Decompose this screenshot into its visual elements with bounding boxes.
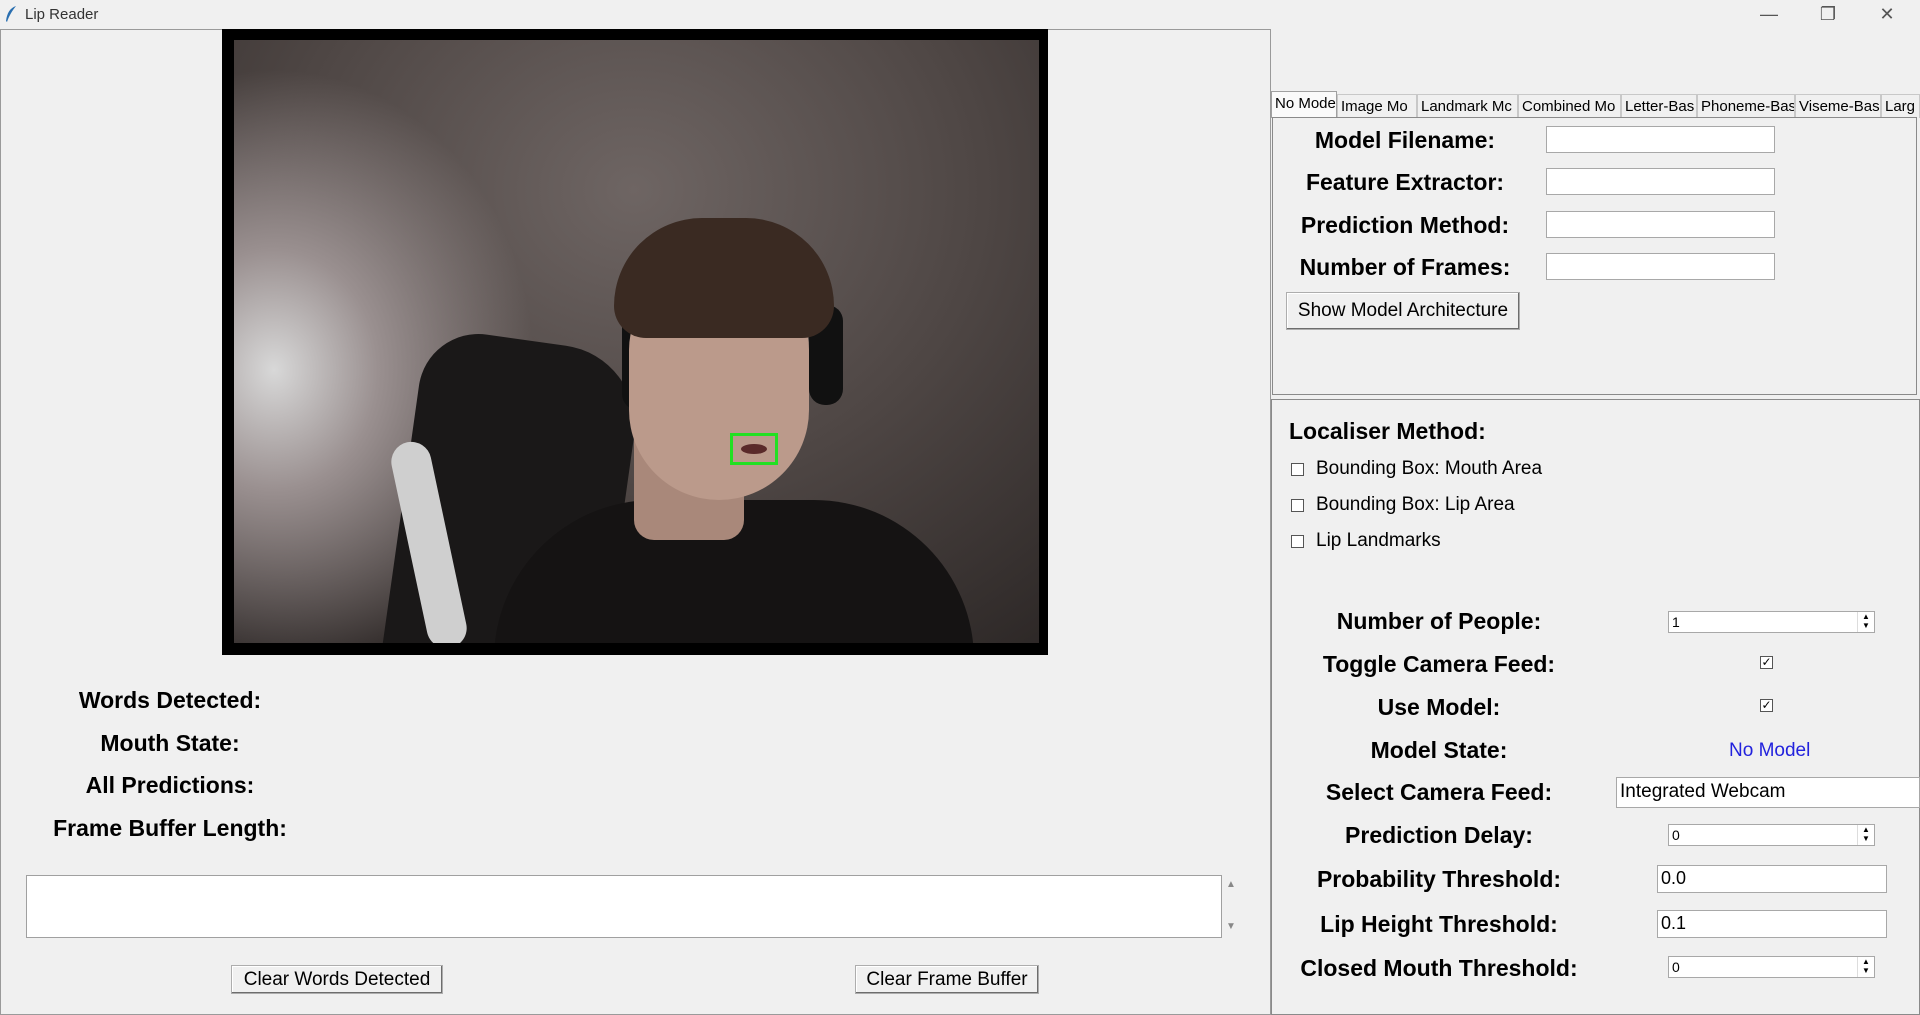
checkbox-box[interactable] <box>1291 462 1304 476</box>
number-of-frames-label: Number of Frames: <box>1299 254 1511 280</box>
checkbox-box[interactable] <box>1291 534 1304 548</box>
model-filename-field[interactable] <box>1546 126 1775 153</box>
feather-icon <box>6 6 16 22</box>
scroll-up-icon[interactable]: ▲ <box>1226 879 1236 890</box>
frame-buffer-length-label: Frame Buffer Length: <box>53 815 287 841</box>
checkbox-label: Lip Landmarks <box>1316 530 1441 551</box>
number-of-frames-field[interactable] <box>1546 253 1775 280</box>
select-camera-feed-label: Select Camera Feed: <box>1325 779 1553 805</box>
closed-mouth-threshold-spinbox[interactable]: 0 ▲ ▼ <box>1668 956 1875 978</box>
tab-letter-based[interactable]: Letter-Bas <box>1621 94 1697 118</box>
prediction-method-label: Prediction Method: <box>1300 212 1510 238</box>
use-model-checkbox[interactable]: ✓ <box>1760 699 1773 712</box>
show-model-architecture-button[interactable]: Show Model Architecture <box>1286 292 1520 330</box>
checkbox-box[interactable] <box>1291 498 1304 512</box>
feature-extractor-label: Feature Extractor: <box>1305 169 1505 195</box>
lip-height-threshold-label: Lip Height Threshold: <box>1320 911 1558 937</box>
localiser-method-label: Localiser Method: <box>1289 418 1486 444</box>
model-state-value: No Model <box>1729 740 1811 761</box>
checkbox-lip-area[interactable]: Bounding Box: Lip Area <box>1291 494 1515 516</box>
tab-large[interactable]: Larg <box>1881 94 1920 118</box>
spinbox-value: 0 <box>1672 959 1680 975</box>
checkbox-label: Bounding Box: Lip Area <box>1316 494 1515 515</box>
checkbox-label: Bounding Box: Mouth Area <box>1316 458 1543 479</box>
prediction-method-field[interactable] <box>1546 211 1775 238</box>
words-detected-textbox[interactable] <box>26 875 1222 938</box>
clear-words-button[interactable]: Clear Words Detected <box>231 965 443 994</box>
tab-landmark-model[interactable]: Landmark Mc <box>1417 94 1518 118</box>
model-state-label: Model State: <box>1370 737 1508 763</box>
feature-extractor-field[interactable] <box>1546 168 1775 195</box>
window-title: Lip Reader <box>25 6 99 23</box>
spin-arrows-icon[interactable]: ▲ ▼ <box>1857 825 1874 845</box>
number-of-people-label: Number of People: <box>1336 608 1542 634</box>
spin-arrows-icon[interactable]: ▲ ▼ <box>1857 612 1874 632</box>
toggle-camera-feed-label: Toggle Camera Feed: <box>1322 651 1556 677</box>
person-hair <box>614 218 834 338</box>
minimize-icon[interactable]: — <box>1740 0 1798 29</box>
number-of-people-spinbox[interactable]: 1 ▲ ▼ <box>1668 611 1875 633</box>
model-tabs: No Mode Image Mo Landmark Mc Combined Mo… <box>1271 91 1920 118</box>
mouth-bounding-box <box>730 433 778 465</box>
use-model-label: Use Model: <box>1377 694 1501 720</box>
scroll-down-icon[interactable]: ▼ <box>1226 921 1236 932</box>
closed-mouth-threshold-label: Closed Mouth Threshold: <box>1300 955 1578 981</box>
spinbox-value: 0 <box>1672 827 1680 843</box>
restore-icon[interactable]: ❐ <box>1799 0 1857 29</box>
tab-phoneme-based[interactable]: Phoneme-Bas <box>1697 94 1795 118</box>
checkbox-lip-landmarks[interactable]: Lip Landmarks <box>1291 530 1441 552</box>
probability-threshold-label: Probability Threshold: <box>1316 866 1562 892</box>
tab-combined-model[interactable]: Combined Mo <box>1518 94 1621 118</box>
tab-image-model[interactable]: Image Mo <box>1337 94 1417 118</box>
title-bar: Lip Reader — ❐ ✕ <box>0 0 1920 29</box>
camera-feed-value: Integrated Webcam <box>1620 781 1786 802</box>
prediction-delay-label: Prediction Delay: <box>1345 822 1533 848</box>
camera-feed-select[interactable]: Integrated Webcam <box>1616 777 1920 808</box>
all-predictions-label: All Predictions: <box>85 772 255 798</box>
mouth-state-label: Mouth State: <box>100 730 240 756</box>
toggle-camera-feed-checkbox[interactable]: ✓ <box>1760 656 1773 669</box>
words-detected-label: Words Detected: <box>78 687 262 713</box>
lip-height-threshold-field[interactable]: 0.1 <box>1657 910 1887 938</box>
spin-arrows-icon[interactable]: ▲ ▼ <box>1857 957 1874 977</box>
model-filename-label: Model Filename: <box>1314 127 1496 153</box>
checkbox-mouth-area[interactable]: Bounding Box: Mouth Area <box>1291 458 1542 480</box>
probability-threshold-field[interactable]: 0.0 <box>1657 865 1887 893</box>
clear-frame-buffer-button[interactable]: Clear Frame Buffer <box>855 965 1039 994</box>
tab-no-model[interactable]: No Mode <box>1271 91 1337 118</box>
words-scrollbar[interactable]: ▲ ▼ <box>1222 875 1240 938</box>
prediction-delay-spinbox[interactable]: 0 ▲ ▼ <box>1668 824 1875 846</box>
camera-feed <box>234 40 1039 643</box>
spinbox-value: 1 <box>1672 614 1680 630</box>
close-icon[interactable]: ✕ <box>1858 0 1916 29</box>
tab-viseme-based[interactable]: Viseme-Bas <box>1795 94 1881 118</box>
